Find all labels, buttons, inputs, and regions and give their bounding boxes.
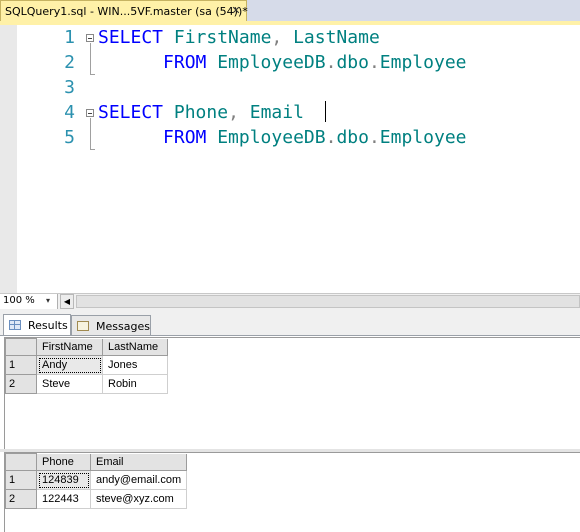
result-grid-2: Phone Email 1 124839 andy@email.com 2 12… <box>4 452 580 532</box>
row-number[interactable]: 2 <box>5 374 37 394</box>
identifier-token: Employee <box>379 127 467 148</box>
identifier-token: FirstName <box>163 27 272 48</box>
line-number: 2 <box>64 52 75 73</box>
identifier-token: Employee <box>379 52 467 73</box>
table-cell[interactable]: Jones <box>102 355 168 375</box>
identifier-token: EmployeeDB <box>206 52 326 73</box>
table-cell[interactable]: 124839 <box>36 470 91 490</box>
row-number[interactable]: 1 <box>5 355 37 375</box>
fold-guide <box>90 118 91 150</box>
collapse-icon[interactable] <box>86 34 94 42</box>
table-row: 2 Steve Robin <box>5 374 168 394</box>
punct-token: , <box>228 102 239 123</box>
identifier-token: dbo <box>336 127 369 148</box>
punct-token: , <box>271 27 283 48</box>
punct-token: . <box>368 52 380 73</box>
header-row: Phone Email <box>5 453 187 471</box>
table-row: 2 122443 steve@xyz.com <box>5 489 187 509</box>
line-number: 3 <box>64 77 75 98</box>
fold-guide-end <box>90 149 95 150</box>
tab-bar-border <box>0 335 580 336</box>
corner-header[interactable] <box>5 338 37 356</box>
table-cell[interactable]: 122443 <box>36 489 91 509</box>
table-cell[interactable]: andy@email.com <box>90 470 187 490</box>
collapse-icon[interactable] <box>86 109 94 117</box>
line-number: 1 <box>64 27 75 48</box>
tab-results[interactable]: Results <box>3 314 71 336</box>
corner-header[interactable] <box>5 453 37 471</box>
keyword-token: FROM <box>98 127 207 148</box>
table-cell[interactable]: Robin <box>102 374 168 394</box>
column-header[interactable]: Phone <box>36 453 91 471</box>
document-tab-title: SQLQuery1.sql - WIN...5VF.master (sa (54… <box>5 5 248 18</box>
text-caret <box>325 101 326 122</box>
identifier-token: Email <box>238 102 304 123</box>
scroll-left-button[interactable]: ◀ <box>60 294 74 309</box>
punct-token: . <box>325 52 337 73</box>
table-cell[interactable]: Steve <box>36 374 103 394</box>
keyword-token: SELECT <box>98 102 164 123</box>
document-tab[interactable]: SQLQuery1.sql - WIN...5VF.master (sa (54… <box>0 0 248 21</box>
identifier-token: LastName <box>282 27 380 48</box>
identifier-token: Phone <box>163 102 229 123</box>
code-text: FROM EmployeeDB.dbo.Employee <box>98 125 467 150</box>
table-cell[interactable]: Andy <box>36 355 103 375</box>
header-row: FirstName LastName <box>5 338 168 356</box>
document-tab-strip: SQLQuery1.sql - WIN...5VF.master (sa (54… <box>0 0 580 22</box>
punct-token: . <box>325 127 337 148</box>
zoom-selector[interactable]: 100 % ▾ <box>0 294 58 309</box>
result-grid-1: FirstName LastName 1 Andy Jones 2 Steve … <box>4 337 580 449</box>
result-table: Phone Email 1 124839 andy@email.com 2 12… <box>5 453 187 509</box>
punct-token: . <box>368 127 380 148</box>
query-editor[interactable]: 1 SELECT FirstName, LastName 2 FROM Empl… <box>0 25 580 293</box>
tab-results-label: Results <box>28 319 68 332</box>
keyword-token: SELECT <box>98 27 164 48</box>
line-number: 4 <box>64 102 75 123</box>
result-table: FirstName LastName 1 Andy Jones 2 Steve … <box>5 338 168 394</box>
keyword-token: FROM <box>98 52 207 73</box>
horizontal-scrollbar-thumb[interactable] <box>76 295 580 308</box>
results-tab-bar: Results Messages <box>0 309 580 336</box>
line-number: 5 <box>64 127 75 148</box>
code-line[interactable]: 2 FROM EmployeeDB.dbo.Employee <box>0 50 580 75</box>
messages-icon <box>77 321 89 331</box>
column-header[interactable]: FirstName <box>36 338 103 356</box>
close-icon[interactable]: ✕ <box>229 4 243 17</box>
zoom-value: 100 % <box>3 295 35 306</box>
chevron-down-icon[interactable]: ▾ <box>46 296 50 305</box>
code-line[interactable]: 5 FROM EmployeeDB.dbo.Employee <box>0 125 580 150</box>
table-cell[interactable]: steve@xyz.com <box>90 489 187 509</box>
code-text: SELECT FirstName, LastName <box>98 25 380 50</box>
row-number[interactable]: 1 <box>5 470 37 490</box>
fold-guide-end <box>90 74 95 75</box>
identifier-token: EmployeeDB <box>206 127 326 148</box>
table-row: 1 Andy Jones <box>5 355 168 375</box>
code-line[interactable]: 3 <box>0 75 580 100</box>
grid-icon <box>9 320 21 330</box>
editor-status-bar: 100 % ▾ ◀ <box>0 293 580 309</box>
tab-messages-label: Messages <box>96 320 150 333</box>
code-text: SELECT Phone, Email <box>98 100 304 125</box>
identifier-token: dbo <box>336 52 369 73</box>
tab-messages[interactable]: Messages <box>71 315 151 336</box>
table-row: 1 124839 andy@email.com <box>5 470 187 490</box>
column-header[interactable]: LastName <box>102 338 168 356</box>
row-number[interactable]: 2 <box>5 489 37 509</box>
column-header[interactable]: Email <box>90 453 187 471</box>
code-text: FROM EmployeeDB.dbo.Employee <box>98 50 467 75</box>
fold-guide <box>90 43 91 75</box>
